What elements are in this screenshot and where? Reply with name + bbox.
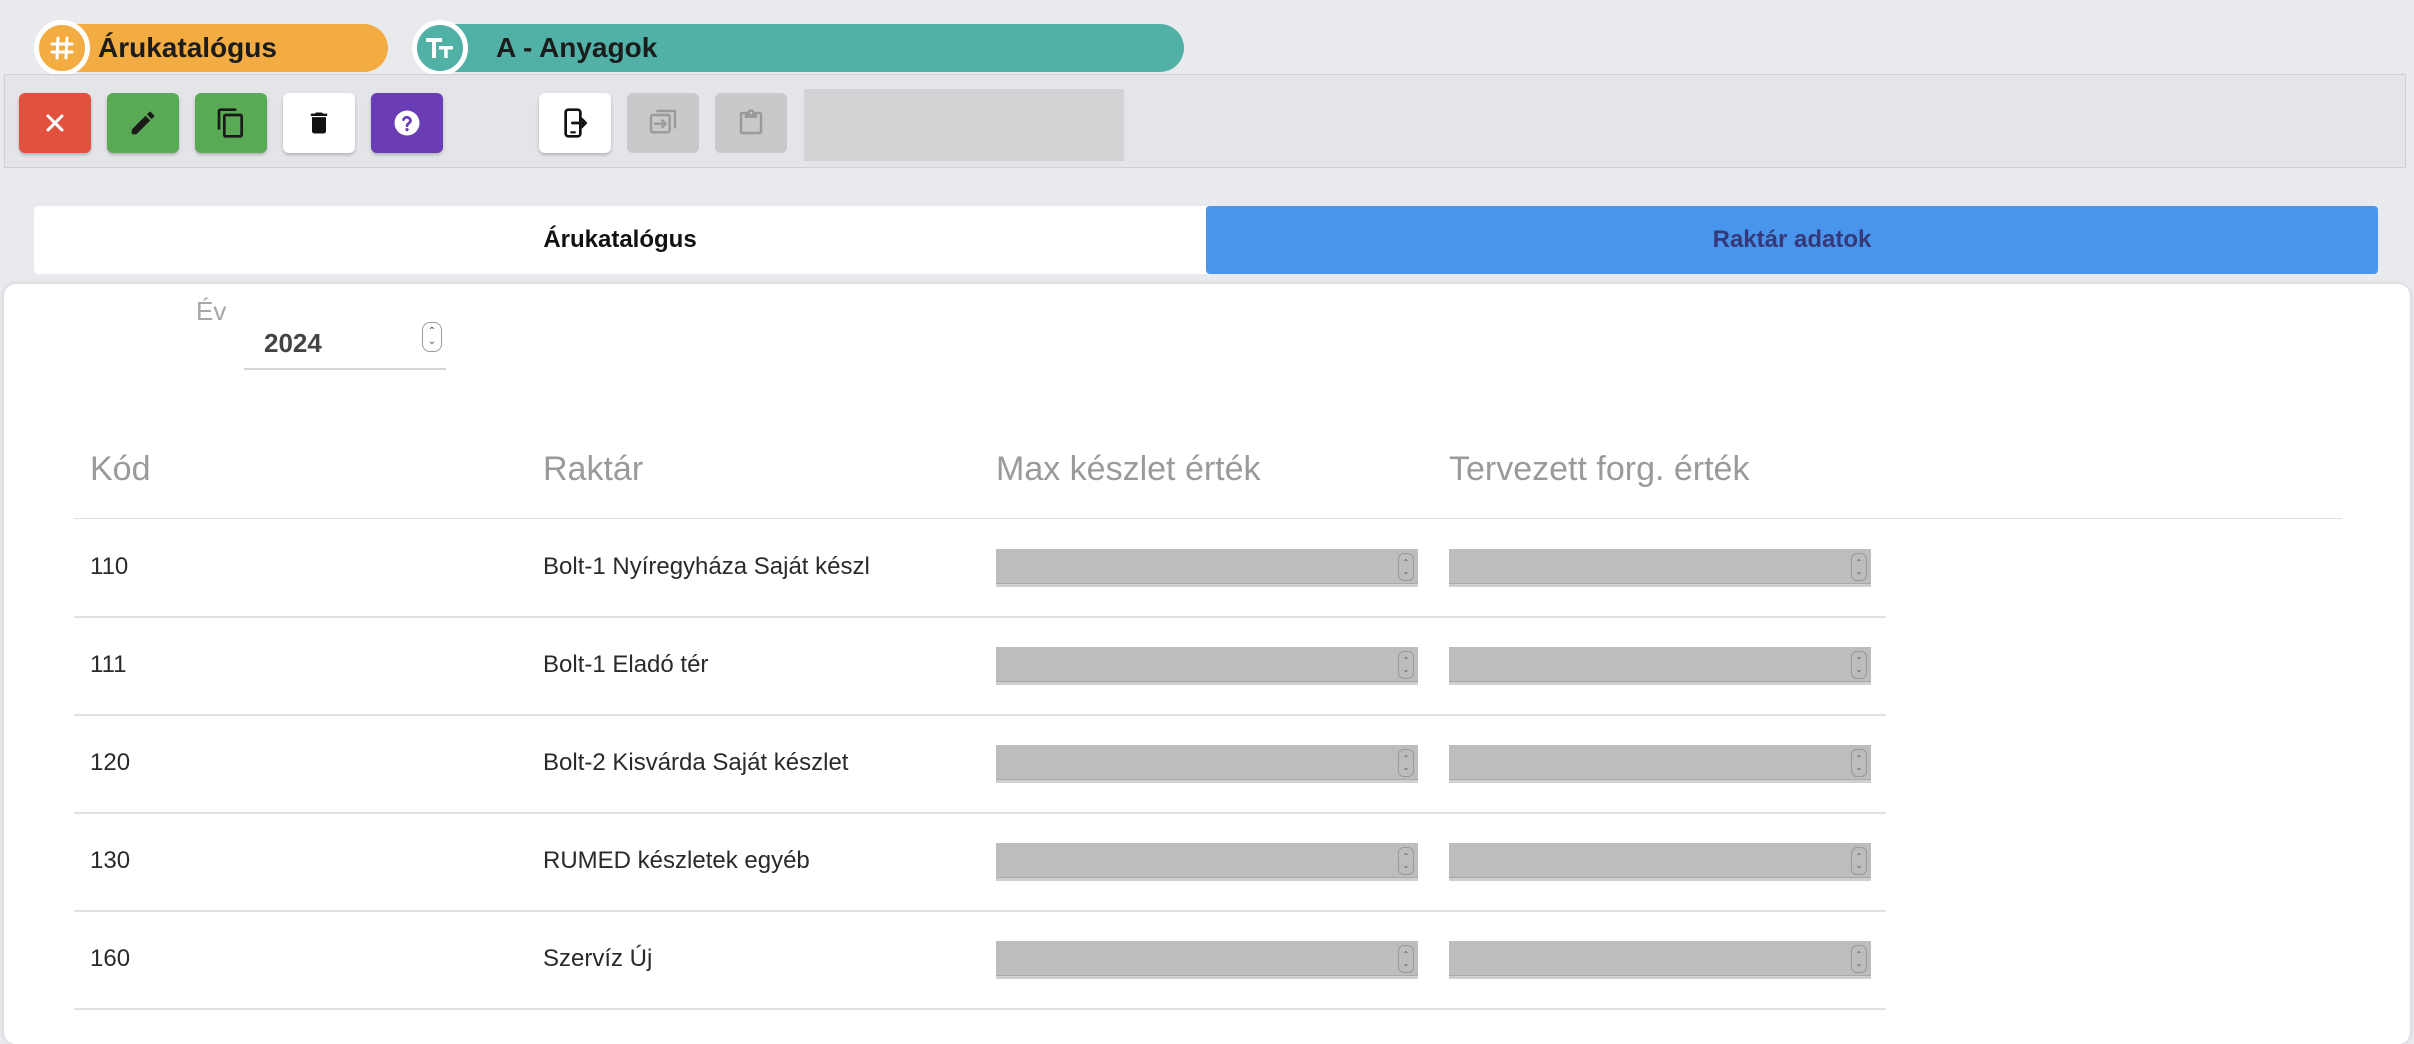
row-code: 160: [90, 945, 131, 972]
max-stock-value-input[interactable]: ⌃ ⌄: [996, 941, 1418, 979]
spinner[interactable]: ⌃ ⌄: [1398, 945, 1414, 973]
text-type-icon: [412, 20, 468, 76]
row-code: 111: [90, 651, 127, 678]
toolbar: [4, 74, 2406, 168]
row-warehouse: Szervíz Új: [543, 945, 653, 972]
hash-icon: [34, 20, 90, 76]
row-warehouse: Bolt-2 Kisvárda Saját készlet: [543, 749, 849, 776]
planned-turnover-value-input[interactable]: ⌃ ⌄: [1449, 843, 1871, 881]
row-code: 110: [90, 553, 129, 580]
row-code: 130: [90, 847, 131, 874]
year-input[interactable]: 2024 ⌃ ⌄: [244, 318, 446, 370]
header-divider: [74, 518, 2342, 519]
row-warehouse: RUMED készletek egyéb: [543, 847, 810, 874]
spinner[interactable]: ⌃ ⌄: [1398, 847, 1414, 875]
group-pill-label: A - Anyagok: [496, 32, 658, 63]
close-button[interactable]: [19, 93, 91, 153]
table-row: 110 Bolt-1 Nyíregyháza Saját készl ⌃ ⌄ ⌃ ⌄: [74, 520, 1886, 618]
group-pill[interactable]: A - Anyagok: [412, 20, 1184, 76]
max-stock-value-input[interactable]: ⌃ ⌄: [996, 549, 1418, 587]
table-row: 111 Bolt-1 Eladó tér ⌃ ⌄ ⌃ ⌄: [74, 618, 1886, 716]
table-row: 130 RUMED készletek egyéb ⌃ ⌄ ⌃ ⌄: [74, 814, 1886, 912]
warehouse-data-panel: Év 2024 ⌃ ⌄ Kód Raktár Max készlet érték…: [4, 284, 2410, 1044]
chevron-down-icon: ⌄: [427, 336, 437, 347]
planned-turnover-value-input[interactable]: ⌃ ⌄: [1449, 941, 1871, 979]
tab-bar: Árukatalógus Raktár adatok: [34, 206, 2378, 274]
column-header-planned-turnover-value: Tervezett forg. érték: [1449, 450, 1750, 488]
row-code: 120: [90, 749, 131, 776]
table-row: 120 Bolt-2 Kisvárda Saját készlet ⌃ ⌄ ⌃ ⌄: [74, 716, 1886, 814]
trash-icon: [310, 112, 328, 134]
help-icon: [394, 110, 420, 136]
copy-button[interactable]: [195, 93, 267, 153]
spinner[interactable]: ⌃ ⌄: [1851, 553, 1867, 581]
spinner[interactable]: ⌃ ⌄: [1398, 749, 1414, 777]
row-warehouse: Bolt-1 Nyíregyháza Saját készl: [543, 553, 870, 580]
tab-arukatalogus[interactable]: Árukatalógus: [34, 206, 1206, 274]
planned-turnover-value-input[interactable]: ⌃ ⌄: [1449, 549, 1871, 587]
toolbar-blank-area: [804, 89, 1124, 161]
table-row: 160 Szervíz Új ⌃ ⌄ ⌃ ⌄: [74, 912, 1886, 1010]
import-button[interactable]: [627, 93, 699, 153]
paste-button[interactable]: [715, 93, 787, 153]
delete-button[interactable]: [283, 93, 355, 153]
tab-raktar-adatok[interactable]: Raktár adatok: [1206, 206, 2378, 274]
catalog-pill[interactable]: Árukatalógus: [34, 20, 388, 76]
planned-turnover-value-input[interactable]: ⌃ ⌄: [1449, 647, 1871, 685]
import-icon: [649, 109, 677, 134]
column-header-max-stock-value: Max készlet érték: [996, 450, 1261, 488]
copy-icon: [217, 108, 243, 138]
spinner[interactable]: ⌃ ⌄: [1851, 945, 1867, 973]
edit-button[interactable]: [107, 93, 179, 153]
help-button[interactable]: [371, 93, 443, 153]
spinner[interactable]: ⌃ ⌄: [1398, 651, 1414, 679]
column-header-code: Kód: [90, 450, 151, 488]
spinner[interactable]: ⌃ ⌄: [1851, 651, 1867, 679]
max-stock-value-input[interactable]: ⌃ ⌄: [996, 647, 1418, 685]
clipboard-icon: [739, 109, 763, 135]
max-stock-value-input[interactable]: ⌃ ⌄: [996, 745, 1418, 783]
spinner[interactable]: ⌃ ⌄: [1398, 553, 1414, 581]
export-icon: [564, 108, 587, 138]
spinner[interactable]: ⌃ ⌄: [1851, 847, 1867, 875]
year-label: Év: [196, 296, 227, 326]
column-header-warehouse: Raktár: [543, 450, 644, 488]
max-stock-value-input[interactable]: ⌃ ⌄: [996, 843, 1418, 881]
year-spinner[interactable]: ⌃ ⌄: [422, 322, 442, 352]
close-icon: [46, 114, 64, 132]
row-warehouse: Bolt-1 Eladó tér: [543, 651, 709, 678]
pencil-icon: [131, 111, 155, 135]
spinner[interactable]: ⌃ ⌄: [1851, 749, 1867, 777]
year-value: 2024: [264, 328, 322, 358]
planned-turnover-value-input[interactable]: ⌃ ⌄: [1449, 745, 1871, 783]
catalog-pill-label: Árukatalógus: [98, 32, 277, 63]
export-button[interactable]: [539, 93, 611, 153]
